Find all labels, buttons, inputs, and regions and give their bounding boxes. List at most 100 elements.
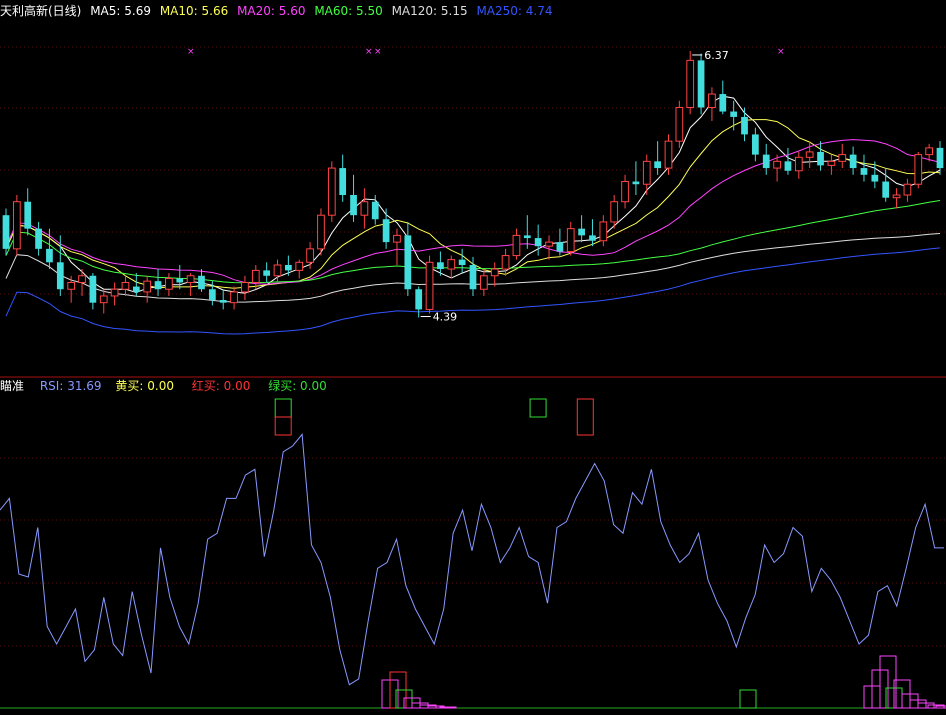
candle [708,87,716,121]
candle [99,289,108,314]
candle [838,143,847,169]
candle [686,50,695,115]
candle [730,100,738,131]
candle [89,273,97,310]
candle [143,275,152,303]
candle [545,235,553,260]
candle [393,228,401,265]
price-annotation-high: 6.37 [704,49,729,62]
candle [12,195,21,256]
candle [892,188,901,209]
red-buy-label: 红买: 0.00 [191,379,251,393]
candle [642,154,651,195]
candle [664,134,673,175]
candle [827,154,836,175]
candle [849,146,857,175]
candle [805,141,814,169]
ma60-label: MA60: 5.50 [314,4,383,18]
signal-mark: × [374,47,382,57]
ma5-label: MA5: 5.69 [90,4,151,18]
candle [654,141,661,175]
candle [675,100,684,148]
rsi-label: RSI: 31.69 [39,379,102,393]
candle [382,208,390,249]
candle [936,141,944,175]
rsi-panel [0,398,946,709]
candle [317,208,325,256]
candle [425,255,434,314]
yellow-buy-label: 黄买: 0.00 [115,379,174,393]
signal-mark: × [187,47,195,57]
stock-chart-canvas[interactable]: 6.374.39× × × × [0,0,946,715]
buy-signal-box [529,398,547,418]
candle [589,219,596,247]
candle [784,147,792,175]
candle [512,228,521,260]
ma120-label: MA120: 5.15 [391,4,468,18]
candle [154,269,162,296]
candle [273,259,282,282]
candlesticks [2,50,944,318]
candle [35,221,42,256]
candle [458,248,466,274]
candle [121,275,130,296]
candle [903,178,912,202]
candle [501,248,510,276]
green-buy-label: 绿买: 0.00 [268,379,327,393]
indicator-bar [739,689,757,709]
candle [599,215,608,247]
candle [350,174,357,222]
candle [132,273,140,296]
candle [534,224,542,256]
ma20-label: MA20: 5.60 [237,4,306,18]
candle [404,221,412,296]
indicator-bar [439,706,457,709]
candle [752,127,759,162]
signal-mark: × [777,47,785,57]
candle [241,275,249,300]
candle [360,188,369,229]
candle [339,154,347,202]
moving-average-lines [5,95,941,335]
candle [198,269,205,292]
candle [632,161,640,195]
candle [882,168,890,202]
candle [578,215,585,243]
buy-signal-box [274,398,292,418]
rsi-line [0,433,944,686]
indicator-legend: 瞄准 RSI: 31.69 黄买: 0.00 红买: 0.00 绿买: 0.00 [0,378,332,394]
candle [566,221,575,256]
candle [741,107,748,142]
candle [817,141,824,171]
price-annotation-low: 4.39 [433,311,458,324]
stock-title: 天利高新(日线) [0,4,82,18]
signal-mark: × [365,47,373,57]
candle [914,151,923,189]
ma10-label: MA10: 5.66 [159,4,229,18]
candle [490,262,499,287]
ma250-label: MA250: 4.74 [476,4,553,18]
candle [67,275,76,303]
candle [479,269,488,296]
candle [2,208,10,256]
candle [110,282,119,306]
candle [415,286,423,318]
candle [186,273,195,296]
candle [230,286,238,310]
candle [24,188,32,236]
buy-signal-box [576,398,594,436]
candle [285,255,292,276]
candle [860,154,868,182]
candle [176,265,184,290]
candle [295,259,304,279]
candle [78,269,86,296]
candle [697,53,705,115]
buy-signal-box [274,416,292,436]
main-chart-legend: 天利高新(日线) MA5: 5.69 MA10: 5.66 MA20: 5.60… [0,3,557,19]
candle [219,289,227,310]
candle [621,174,629,209]
candle [556,228,564,256]
candle [794,151,803,179]
candle [327,161,336,222]
candle [719,80,727,115]
